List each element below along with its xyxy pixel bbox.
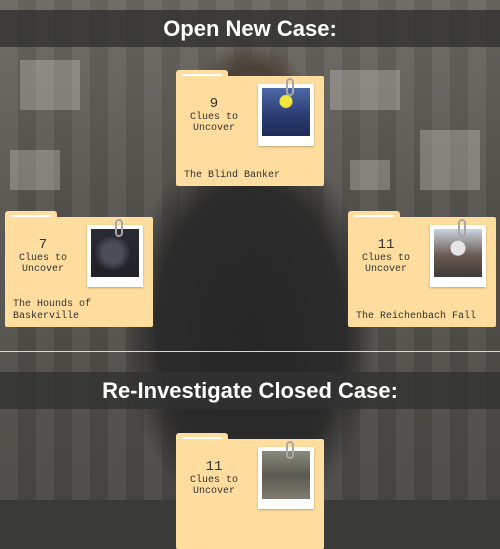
clue-count: 9: [209, 96, 219, 112]
case-folder-blind-banker[interactable]: 9 Clues to Uncover The Blind Banker: [176, 70, 324, 186]
paperclip-icon: [286, 78, 294, 96]
paperclip-icon: [286, 441, 294, 459]
case-folder-reichenbach[interactable]: 11 Clues to Uncover The Reichenbach Fall: [348, 211, 496, 327]
case-title: The Hounds of Baskerville: [13, 299, 92, 322]
case-folder-closed[interactable]: 11 Clues to Uncover: [176, 433, 324, 549]
section-divider: [0, 351, 500, 352]
clue-label: Clues to Uncover: [361, 253, 410, 275]
paperclip-icon: [458, 219, 466, 237]
clue-count: 11: [377, 237, 395, 253]
clue-label: Clues to Uncover: [18, 253, 67, 275]
case-title: The Reichenbach Fall: [356, 311, 477, 322]
paperclip-icon: [115, 219, 123, 237]
case-folder-hounds[interactable]: 7 Clues to Uncover The Hounds of Baskerv…: [5, 211, 153, 327]
closed-case-heading: Re-Investigate Closed Case:: [0, 372, 500, 409]
case-title: The Blind Banker: [184, 170, 281, 181]
clue-count: 7: [38, 237, 48, 253]
clue-count: 11: [205, 459, 223, 475]
clue-label: Clues to Uncover: [189, 112, 238, 134]
open-case-heading: Open New Case:: [0, 10, 500, 47]
clue-label: Clues to Uncover: [189, 475, 238, 497]
